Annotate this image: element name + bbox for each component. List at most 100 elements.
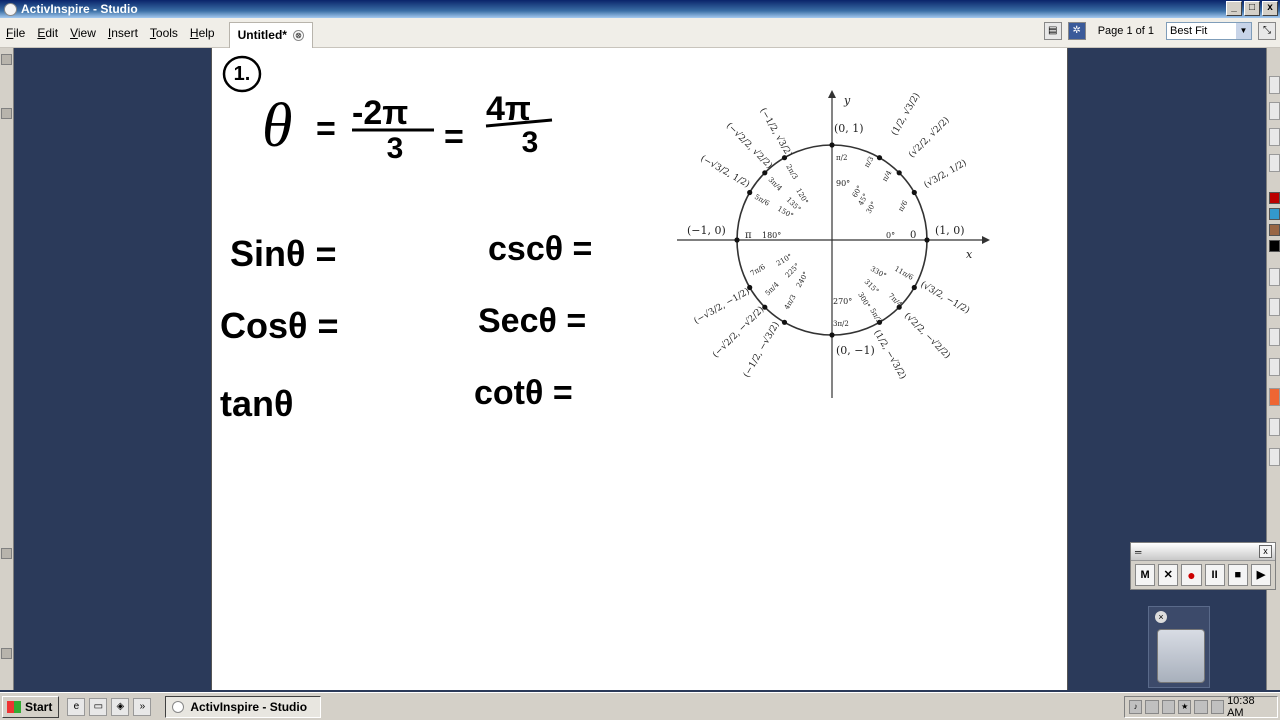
activinspire-icon <box>4 2 17 16</box>
pen-tool-icon[interactable] <box>1269 102 1280 120</box>
dock-handle-icon[interactable] <box>1 548 12 559</box>
tool-button-icon[interactable] <box>1269 358 1280 376</box>
browser-icon[interactable]: e <box>67 697 86 716</box>
clock: 10:38 AM <box>1227 695 1255 719</box>
volume-icon[interactable]: ♪ <box>1129 700 1143 714</box>
sin-label: Sinθ = <box>230 233 337 274</box>
y-axis-label: y <box>843 94 851 107</box>
play-button[interactable]: ▶ <box>1250 564 1272 586</box>
star-icon[interactable]: ★ <box>1178 700 1192 714</box>
stop-button[interactable]: ■ <box>1227 564 1248 586</box>
marker-button[interactable]: M <box>1135 564 1156 586</box>
point-neg1-0: (−1, 0) <box>687 224 726 237</box>
recorder-close-button[interactable]: x <box>1259 545 1272 558</box>
fraction1-denominator: 3 <box>387 132 404 165</box>
angle-30-deg: 30° <box>865 200 878 215</box>
tool-button-icon[interactable] <box>1269 388 1280 406</box>
tool-button-icon[interactable] <box>1269 448 1280 466</box>
menu-insert[interactable]: Insert <box>102 26 144 40</box>
discard-button[interactable]: ✕ <box>1158 564 1179 586</box>
dock-handle-icon[interactable] <box>1 108 12 119</box>
close-button[interactable]: x <box>1262 1 1278 16</box>
tool-button-icon[interactable] <box>1269 268 1280 286</box>
color-swatch-black-icon[interactable] <box>1269 240 1280 252</box>
tool-button-icon[interactable] <box>1269 418 1280 436</box>
chevron-right-icon[interactable]: » <box>133 697 152 716</box>
right-toolbox <box>1266 48 1280 690</box>
tray-app-icon[interactable] <box>1145 700 1159 714</box>
maximize-button[interactable]: □ <box>1244 1 1260 16</box>
document-tab[interactable]: Untitled* ⊗ <box>228 21 313 48</box>
start-label: Start <box>25 699 53 714</box>
whiteboard-drawing: 1. θ = -2π 3 = 4π 3 Sinθ = Cosθ = tanθ c… <box>220 55 990 424</box>
page-browser-icon[interactable]: ▤ <box>1043 22 1062 40</box>
unit-circle-point <box>911 284 917 291</box>
sec-label: Secθ = <box>478 302 586 340</box>
angle-90-rad: π/2 <box>836 154 847 162</box>
taskbar-button-activinspire[interactable]: ActivInspire - Studio <box>165 695 322 718</box>
tab-close-icon[interactable]: ⊗ <box>292 29 304 41</box>
menu-edit[interactable]: Edit <box>31 26 64 40</box>
angle-0-rad: 0 <box>910 230 916 241</box>
system-tray: ♪ ★ 10:38 AM <box>1124 695 1278 719</box>
tool-button-icon[interactable] <box>1269 298 1280 316</box>
dock-close-icon[interactable] <box>1 54 12 65</box>
folder-icon[interactable]: ▭ <box>89 697 108 716</box>
settings-icon[interactable]: ✲ <box>1067 22 1086 40</box>
tool-button-icon[interactable] <box>1269 128 1280 146</box>
point-0-1: (0, 1) <box>834 122 864 135</box>
angle-60-rad: π/3 <box>863 155 876 169</box>
tool-button-icon[interactable] <box>1269 154 1280 172</box>
network-icon[interactable] <box>1210 700 1225 714</box>
highlighter-icon[interactable] <box>1269 328 1280 346</box>
angle-0-deg: 0° <box>886 231 895 240</box>
coord-300: (1/2, −√3/2) <box>871 328 908 381</box>
unit-circle-point <box>911 189 917 196</box>
problem-number: 1. <box>234 63 251 85</box>
menu-help[interactable]: Help <box>184 26 221 40</box>
pause-button[interactable]: II <box>1204 564 1225 586</box>
tray-app-icon[interactable] <box>1161 700 1176 714</box>
coord-150: (−√3/2, 1/2) <box>699 153 752 190</box>
angle-120-rad: 2π/3 <box>784 163 799 181</box>
taskbar: Start e ▭ ◈ » ActivInspire - Studio ♪ ★ … <box>0 692 1280 720</box>
flipchart-canvas[interactable]: 1. θ = -2π 3 = 4π 3 Sinθ = Cosθ = tanθ c… <box>211 48 1068 690</box>
dock-handle-icon[interactable] <box>1 648 12 659</box>
record-button[interactable]: ● <box>1181 564 1202 586</box>
minimize-button[interactable]: _ <box>1226 1 1242 16</box>
tray-app-icon[interactable] <box>1194 700 1208 714</box>
trash-bin-icon[interactable] <box>1157 629 1205 683</box>
coord-315: (√2/2, −√2/2) <box>902 310 953 361</box>
recorder-grip-icon[interactable]: ═ <box>1135 547 1141 557</box>
angle-300-deg: 300° <box>856 291 871 310</box>
document-tab-label: Untitled* <box>237 28 287 42</box>
zoom-value: Best Fit <box>1170 25 1208 37</box>
app-icon[interactable]: ◈ <box>111 697 130 716</box>
fullscreen-icon[interactable]: ⤡ <box>1258 22 1276 40</box>
angle-210-rad: 7π/6 <box>749 263 767 278</box>
angle-180-rad: π <box>745 230 752 241</box>
cos-label: Cosθ = <box>220 305 339 346</box>
color-swatch-red-icon[interactable] <box>1269 192 1280 204</box>
color-swatch-brown-icon[interactable] <box>1269 224 1280 236</box>
angle-45-rad: π/4 <box>881 169 894 183</box>
color-swatch-blue-icon[interactable] <box>1269 208 1280 220</box>
unit-circle-point <box>896 170 902 176</box>
point-1-0: (1, 0) <box>935 224 965 237</box>
menu-view[interactable]: View <box>64 26 102 40</box>
quick-launch: e ▭ ◈ » <box>67 697 152 716</box>
zoom-select[interactable]: Best Fit ▼ <box>1166 22 1252 40</box>
x-axis-label: x <box>966 248 973 261</box>
coord-45: (√2/2, √2/2) <box>906 115 951 160</box>
fraction1-numerator: -2π <box>352 94 408 132</box>
chevron-down-icon: ▼ <box>1236 23 1251 39</box>
tool-button-icon[interactable] <box>1269 76 1280 94</box>
unit-circle-point <box>829 142 835 148</box>
recorder-panel: ═ x M ✕ ● II ■ ▶ <box>1130 542 1276 590</box>
menu-tools[interactable]: Tools <box>144 26 184 40</box>
trash-close-icon[interactable]: × <box>1155 611 1167 623</box>
menu-bar: File Edit View Insert Tools Help Untitle… <box>0 18 1280 48</box>
menu-file[interactable]: File <box>0 26 31 40</box>
start-button[interactable]: Start <box>2 695 60 718</box>
coord-330: (√3/2, −1/2) <box>919 279 972 316</box>
